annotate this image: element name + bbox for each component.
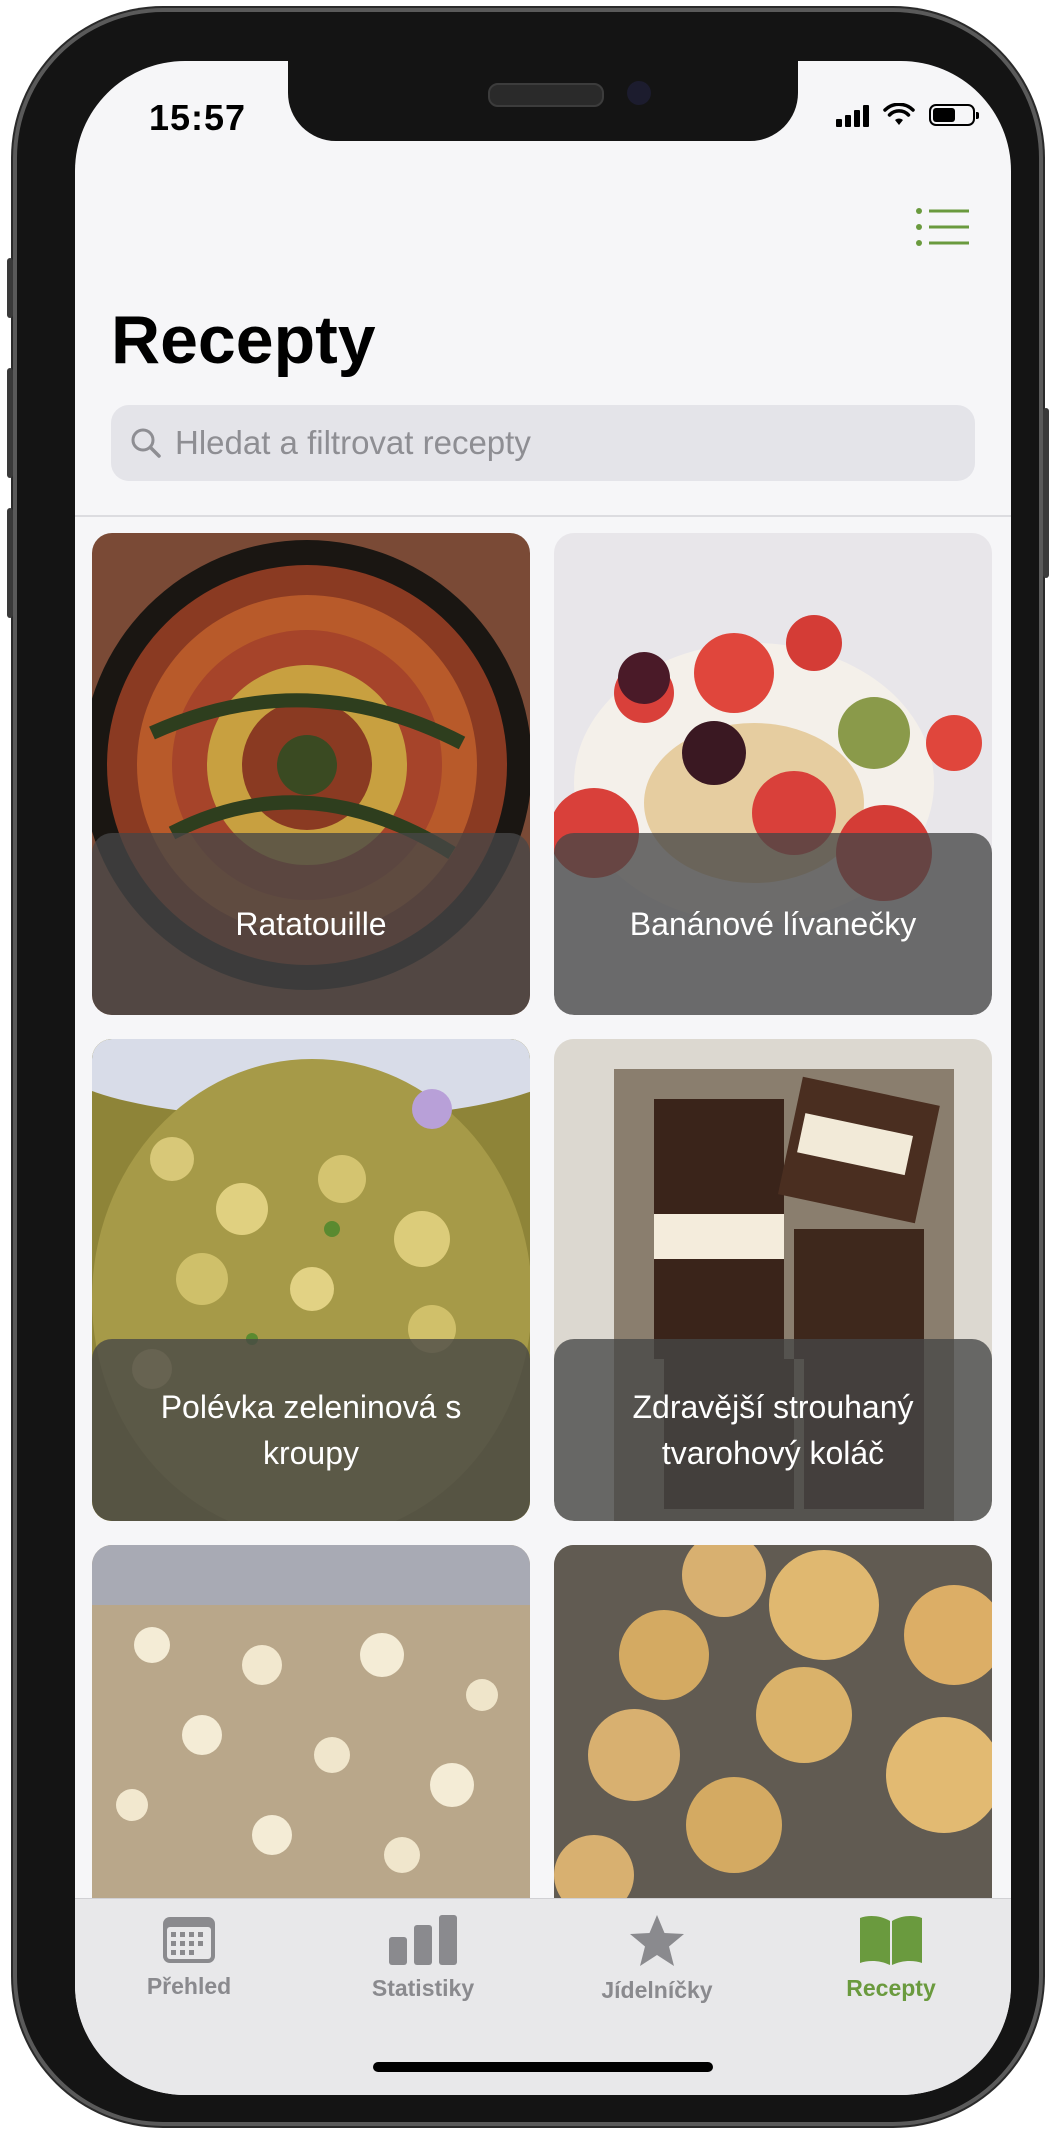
bar-chart-icon <box>389 1915 457 1965</box>
recipe-card[interactable]: Banánové lívanečky <box>554 533 992 1015</box>
status-time: 15:57 <box>149 97 247 138</box>
volume-up-button <box>7 368 13 478</box>
mute-switch <box>7 258 13 318</box>
recipe-card[interactable]: Zdravější strouhaný tvarohový koláč <box>554 1039 992 1521</box>
recipe-name: Banánové lívanečky <box>554 833 992 1015</box>
home-indicator[interactable] <box>373 2062 713 2072</box>
tab-label: Jídelníčky <box>601 1977 713 2003</box>
list-menu-button[interactable] <box>915 205 971 249</box>
tab-jidelnicky[interactable]: Jídelníčky <box>557 1913 757 2023</box>
status-icons <box>836 103 979 127</box>
recipe-card[interactable]: Polévka zeleninová s kroupy <box>92 1039 530 1521</box>
recipe-name: Polévka zeleninová s kroupy <box>92 1339 530 1521</box>
battery-icon <box>929 104 979 126</box>
phone-frame: 15:57 Recepty Hledat a filtrovat recepty… <box>7 8 1049 2126</box>
power-button <box>1043 408 1049 578</box>
tab-label: Statistiky <box>371 1975 475 2001</box>
calendar-icon <box>163 1917 215 1963</box>
recipe-card[interactable]: Ratatouille <box>92 533 530 1015</box>
tab-prehled[interactable]: Přehled <box>89 1913 289 2023</box>
recipe-name: Zdravější strouhaný tvarohový koláč <box>554 1339 992 1521</box>
page-title: Recepty <box>111 302 376 378</box>
speaker <box>488 83 604 107</box>
volume-down-button <box>7 508 13 618</box>
search-icon <box>131 428 161 458</box>
search-input[interactable] <box>173 423 937 463</box>
list-icon <box>916 208 969 246</box>
cellular-signal-icon <box>836 103 869 127</box>
tab-statistiky[interactable]: Statistiky <box>323 1913 523 2023</box>
book-icon <box>860 1916 922 1965</box>
tab-label: Recepty <box>846 1975 936 2001</box>
header-divider <box>75 515 1011 517</box>
front-camera <box>627 81 651 105</box>
wifi-icon <box>883 103 915 125</box>
recipe-name: Ratatouille <box>92 833 530 1015</box>
search-bar[interactable] <box>111 405 975 481</box>
screen: 15:57 Recepty Hledat a filtrovat recepty… <box>75 61 1011 2095</box>
tab-label: Přehled <box>146 1973 232 1999</box>
tab-recepty[interactable]: Recepty <box>791 1913 991 2023</box>
star-icon <box>630 1915 684 1966</box>
